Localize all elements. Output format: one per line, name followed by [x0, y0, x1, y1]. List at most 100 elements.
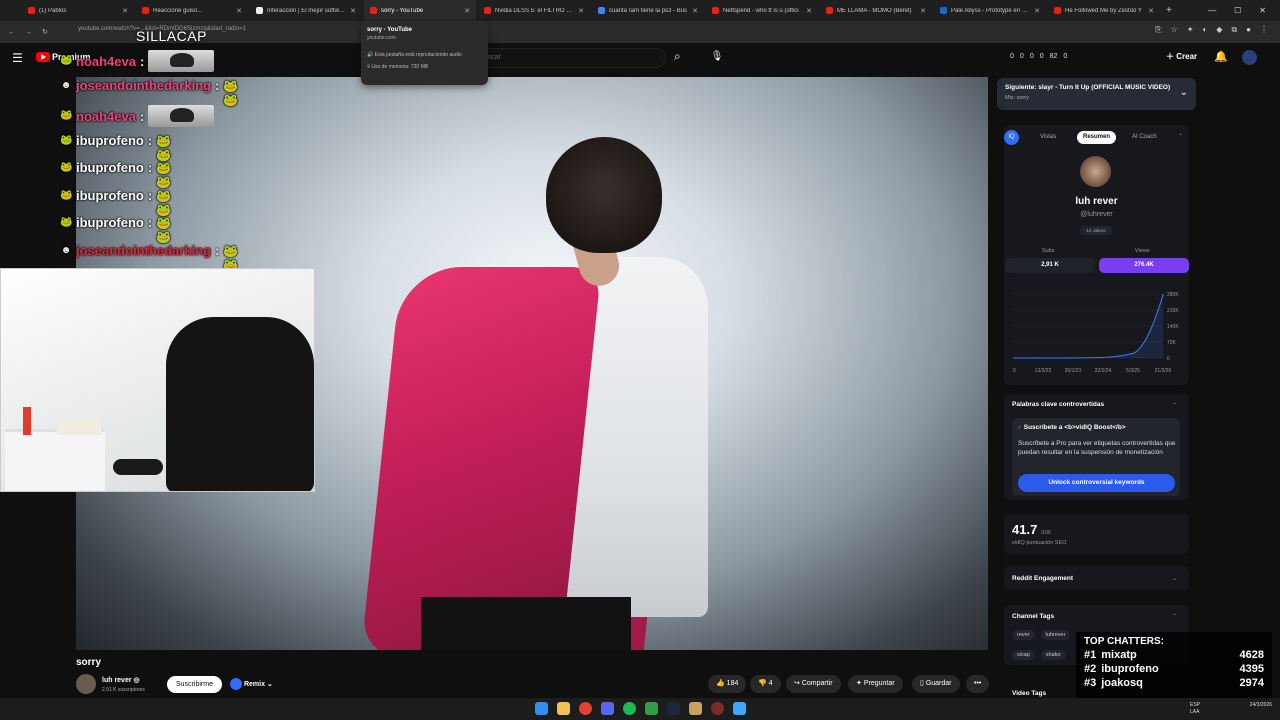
unlock-keywords-button[interactable]: Unlock controversial keywords — [1018, 474, 1175, 492]
close-tab-icon[interactable]: ✕ — [692, 7, 698, 15]
steam-icon[interactable] — [667, 702, 680, 715]
keyboard-language[interactable]: ESP LAA — [1190, 702, 1200, 716]
browser-tab[interactable]: ME LLAMA - MOMO (Beret) ✕ — [820, 0, 932, 21]
install-icon[interactable]: ⎘ — [1155, 25, 1161, 35]
extension-icon[interactable]: ✦ — [1187, 25, 1194, 35]
webcam-chair — [166, 317, 314, 491]
new-tab-button[interactable]: + — [1166, 5, 1172, 16]
spotify-icon[interactable] — [623, 702, 636, 715]
youtube-logo[interactable] — [36, 52, 50, 62]
chevron-up-icon[interactable]: ⌃ — [1172, 613, 1177, 620]
search-icon[interactable]: ⌕ — [674, 49, 681, 64]
create-button[interactable]: ＋ Crear — [1166, 51, 1197, 62]
tag-chip[interactable]: luhrever — [1040, 630, 1071, 640]
close-tab-icon[interactable]: ✕ — [1034, 7, 1040, 15]
chat-username: ibuprofeno — [76, 188, 144, 203]
channel-tags-list: rever luhrever sixap shako — [1012, 630, 1082, 660]
close-tab-icon[interactable]: ✕ — [464, 7, 470, 15]
minimize-icon[interactable]: — — [1208, 6, 1216, 15]
chat-separator: : — [139, 108, 145, 124]
close-tab-icon[interactable]: ✕ — [578, 7, 584, 15]
system-clock[interactable]: 24/3/2026 — [1250, 702, 1272, 709]
chat-username: joseandointhedarking — [76, 243, 212, 258]
app-icon[interactable] — [689, 702, 702, 715]
profile-icon[interactable]: ● — [1246, 25, 1251, 35]
microphone-icon[interactable]: 🎙 — [708, 48, 726, 66]
app-icon[interactable] — [645, 702, 658, 715]
browser-tab[interactable]: He Followed Me by Zestoo Y ✕ — [1048, 0, 1160, 21]
extension-icon[interactable]: ◆ — [1216, 25, 1222, 35]
boost-card-title-text: Suscríbete a <b>vidIQ Boost</b> — [1023, 424, 1126, 431]
remix-button[interactable]: Remix ⌄ — [230, 676, 273, 693]
share-button[interactable]: ↪ Compartir — [786, 675, 841, 693]
menu-dots-icon[interactable]: ⋮ — [1260, 25, 1268, 35]
close-tab-icon[interactable]: ✕ — [920, 7, 926, 15]
subscribe-button[interactable]: Suscribirme — [167, 676, 222, 693]
top-chatter-name: #1 mixatp — [1084, 649, 1137, 661]
extension-icon[interactable]: ◐ — [1202, 25, 1207, 35]
maximize-icon[interactable]: ☐ — [1234, 6, 1241, 15]
bell-icon[interactable]: 🔔 — [1214, 50, 1228, 63]
ask-button[interactable]: ✦ Preguntar — [848, 675, 903, 693]
save-button[interactable]: ▯ Guardar — [912, 675, 960, 693]
chat-separator: : — [139, 53, 145, 69]
subs-value[interactable]: 2,91 K — [1005, 258, 1095, 273]
tab-vistas[interactable]: Vistas — [1034, 131, 1062, 144]
forward-icon[interactable]: → — [25, 29, 32, 36]
discord-icon[interactable] — [601, 702, 614, 715]
tag-chip[interactable]: rever — [1012, 630, 1035, 640]
close-window-icon[interactable]: ✕ — [1259, 6, 1266, 15]
bookmark-star-icon[interactable]: ☆ — [1171, 25, 1178, 35]
chevron-down-icon[interactable]: ⌄ — [1180, 87, 1188, 98]
menu-icon[interactable]: ☰ — [12, 51, 23, 65]
chevron-up-icon[interactable]: ⌃ — [1172, 402, 1177, 409]
browser-tab[interactable]: cuanta ram tiene la ps3 - Bus ✕ — [592, 0, 704, 21]
top-chatters-overlay: TOP CHATTERS: #1 mixatp 4628 #2 ibuprofeno 43… — [1076, 632, 1272, 706]
tag-chip[interactable]: sixap — [1012, 650, 1035, 660]
browser-tab[interactable]: Nvidia DLSS 5: el FILTRO DE L ✕ — [478, 0, 590, 21]
browser-tab[interactable]: Pale Abyss - Prototype en Ste ✕ — [934, 0, 1046, 21]
search-input[interactable]: Buscar — [470, 48, 666, 68]
channel-avatar[interactable] — [76, 674, 96, 694]
back-icon[interactable]: ← — [8, 29, 15, 36]
like-button[interactable]: 👍 184 — [708, 675, 747, 693]
chat-emote-icon: 🐸🐸 — [223, 243, 239, 272]
video-tags-heading: Video Tags — [1012, 690, 1047, 697]
chart-x-tick-label: 22/1/24 — [1095, 368, 1112, 374]
reload-icon[interactable]: ↻ — [42, 28, 48, 36]
views-value[interactable]: 276.4K — [1099, 258, 1189, 273]
tab-favicon-icon — [940, 7, 947, 14]
tag-chip[interactable]: shako — [1040, 650, 1066, 660]
top-chatter-row: #2 ibuprofeno 4395 — [1084, 663, 1264, 675]
close-tab-icon[interactable]: ✕ — [806, 7, 812, 15]
chat-message: 🐸 ibuprofeno: 🐸🐸 — [60, 215, 176, 244]
tab-ai-coach[interactable]: AI Coach — [1126, 131, 1163, 144]
obs-icon[interactable] — [711, 702, 724, 715]
top-chatter-count: 4628 — [1239, 649, 1264, 661]
app-icon[interactable] — [733, 702, 746, 715]
dislike-button[interactable]: 👎 4 — [750, 675, 781, 693]
avatar[interactable] — [1242, 50, 1257, 65]
up-next-title: Siguiente: slayr - Turn It Up (OFFICIAL … — [1005, 84, 1171, 91]
chrome-icon[interactable] — [579, 702, 592, 715]
up-next-card[interactable]: Siguiente: slayr - Turn It Up (OFFICIAL … — [997, 78, 1196, 110]
top-chatter-username: mixatp — [1101, 649, 1137, 661]
channel-name[interactable]: luh rever ◎ — [102, 676, 140, 684]
chart-y-tick-label: 0 — [1167, 356, 1170, 362]
more-actions-button[interactable]: ••• — [966, 675, 990, 693]
vidiq-header-stats[interactable]: 0 0 0 0 82 0 — [1010, 53, 1067, 60]
puzzle-icon[interactable]: ⧉ — [1231, 25, 1237, 35]
browser-tab[interactable]: sorry - YouTube ✕ — [364, 0, 476, 21]
file-explorer-icon[interactable] — [557, 702, 570, 715]
windows-start-icon[interactable] — [535, 702, 548, 715]
webcam-bottle — [23, 407, 31, 435]
chevron-down-icon[interactable]: ⌄ — [1172, 575, 1177, 582]
browser-tab[interactable]: Nettspend - who tf is u (offici ✕ — [706, 0, 818, 21]
chevron-up-icon[interactable]: ⌃ — [1178, 133, 1183, 140]
tab-resumen[interactable]: Resumen — [1077, 131, 1117, 144]
close-tab-icon[interactable]: ✕ — [1148, 7, 1154, 15]
seo-score: 41.7 /100 — [1012, 522, 1051, 537]
windows-taskbar: ESP LAA 24/3/2026 — [0, 698, 1280, 720]
chart-data-point — [1130, 353, 1132, 355]
tab-label: sorry - YouTube — [381, 7, 424, 14]
